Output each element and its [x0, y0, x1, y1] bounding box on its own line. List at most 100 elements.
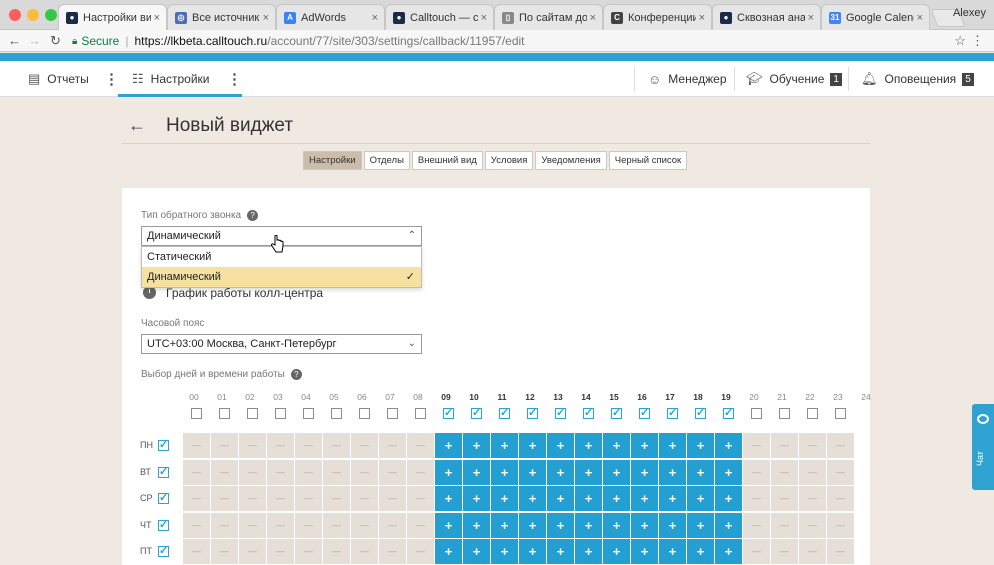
schedule-cell[interactable]: — [799, 539, 826, 564]
close-tab-icon[interactable]: × [481, 12, 487, 24]
hour-checkbox[interactable] [751, 408, 762, 419]
schedule-cell[interactable]: + [575, 539, 602, 564]
subtab[interactable]: Настройки [303, 151, 362, 170]
schedule-cell[interactable]: — [743, 539, 770, 564]
schedule-cell[interactable]: + [519, 539, 546, 564]
schedule-cell[interactable]: + [687, 459, 714, 485]
schedule-cell[interactable]: — [239, 433, 266, 458]
schedule-cell[interactable]: + [463, 459, 490, 485]
schedule-cell[interactable]: — [771, 539, 798, 564]
timezone-select[interactable]: UTC+03:00 Москва, Санкт-Петербург ⌄ [141, 334, 422, 354]
schedule-cell[interactable]: — [239, 486, 266, 511]
schedule-cell[interactable]: + [575, 486, 602, 511]
schedule-cell[interactable]: — [771, 459, 798, 485]
help-icon[interactable]: ? [247, 210, 259, 221]
schedule-cell[interactable]: — [827, 512, 854, 538]
day-checkbox[interactable] [158, 438, 169, 451]
help-icon[interactable]: ? [290, 369, 302, 380]
schedule-cell[interactable]: + [631, 512, 658, 538]
subtab[interactable]: Условия [484, 151, 534, 170]
schedule-cell[interactable]: — [379, 459, 406, 485]
close-tab-icon[interactable]: × [154, 12, 160, 24]
schedule-cell[interactable]: — [351, 486, 378, 511]
schedule-cell[interactable]: + [491, 512, 518, 538]
schedule-cell[interactable]: — [799, 433, 826, 458]
hour-checkbox[interactable] [835, 408, 846, 419]
schedule-cell[interactable]: + [491, 486, 518, 511]
schedule-cell[interactable]: + [519, 459, 546, 485]
schedule-cell[interactable]: + [463, 512, 490, 538]
hour-checkbox[interactable] [639, 406, 650, 419]
close-tab-icon[interactable]: × [263, 12, 269, 24]
schedule-cell[interactable]: + [547, 459, 574, 485]
hour-checkbox[interactable] [807, 408, 818, 419]
maximize-window-button[interactable] [45, 9, 57, 21]
hour-checkbox[interactable] [387, 408, 398, 419]
schedule-cell[interactable]: + [603, 433, 630, 458]
hour-checkbox[interactable] [779, 408, 790, 419]
schedule-cell[interactable]: + [659, 486, 686, 511]
schedule-cell[interactable]: + [715, 486, 742, 511]
browser-tab[interactable]: A AdWords × [276, 4, 385, 30]
reload-icon[interactable]: ↻ [50, 33, 61, 49]
hour-checkbox[interactable] [667, 406, 678, 419]
hour-checkbox[interactable] [443, 406, 454, 419]
hour-checkbox[interactable] [219, 408, 230, 419]
close-tab-icon[interactable]: × [699, 12, 705, 24]
schedule-cell[interactable]: + [575, 459, 602, 485]
schedule-cell[interactable]: — [407, 512, 434, 538]
schedule-cell[interactable]: — [771, 433, 798, 458]
schedule-cell[interactable]: — [183, 486, 210, 511]
schedule-cell[interactable]: + [603, 486, 630, 511]
schedule-cell[interactable]: — [295, 433, 322, 458]
schedule-cell[interactable]: — [267, 539, 294, 564]
schedule-cell[interactable]: — [827, 539, 854, 564]
hour-checkbox[interactable] [611, 406, 622, 419]
hour-checkbox[interactable] [555, 406, 566, 419]
schedule-cell[interactable]: — [323, 539, 350, 564]
nav-training[interactable]: 🎓︎ Обучение 1 [746, 61, 842, 97]
schedule-cell[interactable]: + [715, 512, 742, 538]
schedule-cell[interactable]: + [659, 459, 686, 485]
schedule-cell[interactable]: + [435, 433, 462, 458]
schedule-cell[interactable]: + [603, 512, 630, 538]
schedule-cell[interactable]: — [379, 433, 406, 458]
schedule-cell[interactable]: + [547, 539, 574, 564]
browser-tab[interactable]: ● Calltouch — с × [385, 4, 494, 30]
schedule-cell[interactable]: + [519, 486, 546, 511]
nav-settings[interactable]: ☷ Настройки [132, 61, 210, 97]
browser-tab[interactable]: ● Сквозная ана × [712, 4, 821, 30]
browser-tab[interactable]: C Конференции × [603, 4, 712, 30]
hour-checkbox[interactable] [527, 406, 538, 419]
schedule-cell[interactable]: + [715, 433, 742, 458]
reports-more-icon[interactable]: ⋮ [104, 70, 119, 88]
schedule-cell[interactable]: + [715, 459, 742, 485]
schedule-cell[interactable]: + [631, 433, 658, 458]
schedule-cell[interactable]: — [295, 486, 322, 511]
schedule-cell[interactable]: — [295, 539, 322, 564]
schedule-cell[interactable]: — [239, 512, 266, 538]
schedule-cell[interactable]: + [687, 433, 714, 458]
hour-checkbox[interactable] [359, 408, 370, 419]
schedule-cell[interactable]: + [687, 486, 714, 511]
schedule-cell[interactable]: — [267, 512, 294, 538]
schedule-cell[interactable]: — [323, 486, 350, 511]
close-tab-icon[interactable]: × [808, 12, 814, 24]
schedule-cell[interactable]: — [799, 459, 826, 485]
schedule-cell[interactable]: + [435, 539, 462, 564]
schedule-cell[interactable]: — [351, 539, 378, 564]
close-tab-icon[interactable]: × [590, 12, 596, 24]
back-arrow-icon[interactable]: ← [8, 33, 21, 48]
subtab[interactable]: Уведомления [535, 151, 607, 170]
forward-arrow-icon[interactable]: → [28, 33, 41, 48]
schedule-cell[interactable]: — [351, 459, 378, 485]
schedule-cell[interactable]: — [379, 539, 406, 564]
hour-checkbox[interactable] [583, 406, 594, 419]
schedule-cell[interactable]: + [659, 433, 686, 458]
schedule-cell[interactable]: + [435, 459, 462, 485]
schedule-cell[interactable]: — [323, 459, 350, 485]
schedule-cell[interactable]: + [575, 512, 602, 538]
nav-notifications[interactable]: 🔔︎ Оповещения 5 [861, 61, 974, 97]
schedule-cell[interactable]: + [631, 486, 658, 511]
schedule-cell[interactable]: + [519, 433, 546, 458]
